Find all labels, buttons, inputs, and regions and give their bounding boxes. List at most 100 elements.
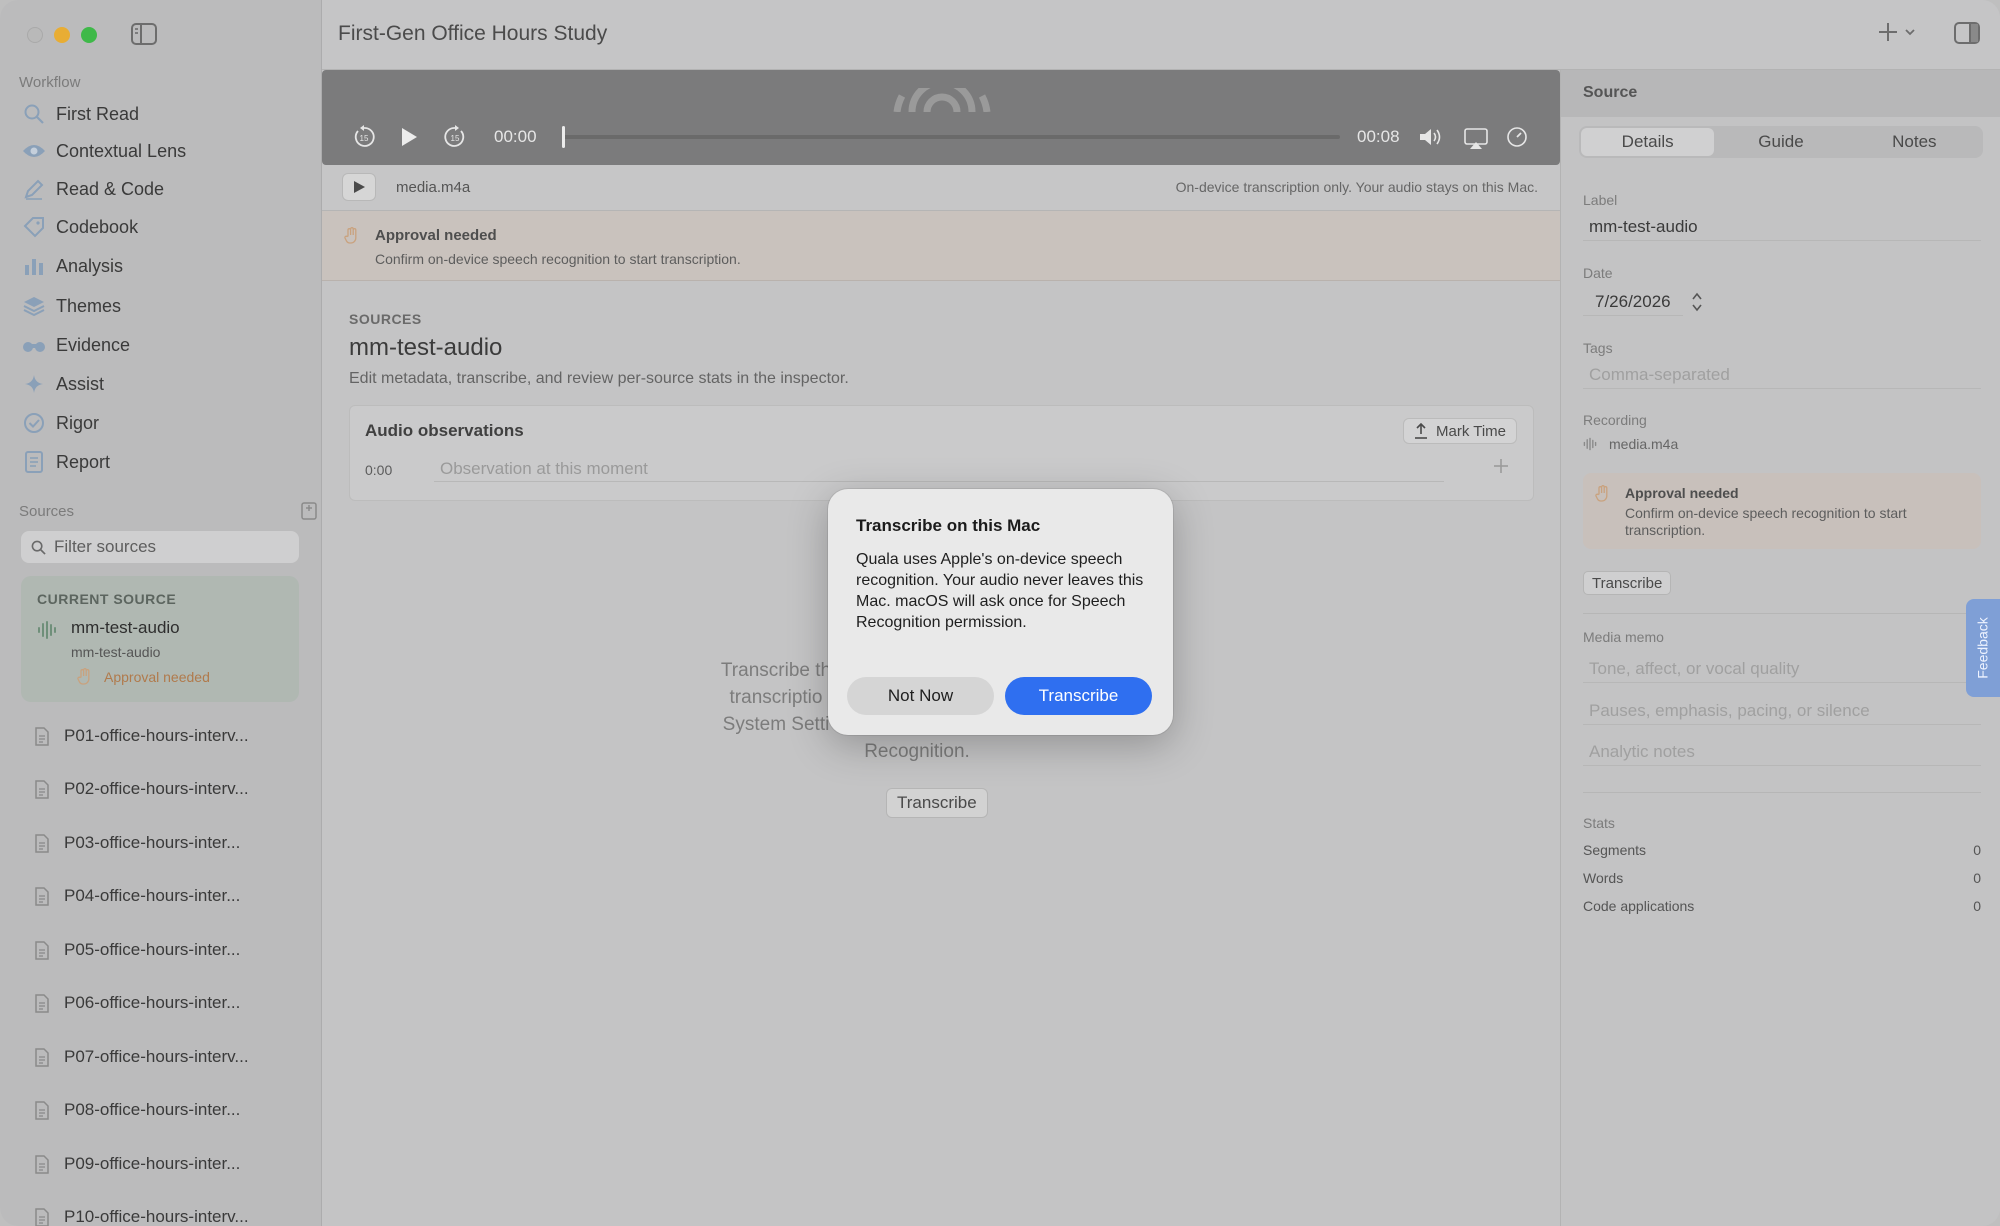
media-filename: media.m4a (396, 179, 471, 196)
sidebar-item-label: Rigor (56, 412, 100, 433)
source-file-item[interactable]: P08-office-hours-inter... (34, 1095, 240, 1125)
privacy-note: On-device transcription only. Your audio… (1175, 179, 1538, 195)
podcast-artwork-icon (882, 88, 1002, 112)
document-icon (34, 726, 50, 746)
empty-line: Recognition. (864, 741, 970, 762)
banner-title: Approval needed (375, 227, 497, 244)
approval-banner: Approval needed Confirm on-device speech… (322, 211, 1560, 281)
dialog-message: Quala uses Apple's on-device speech reco… (856, 551, 1144, 631)
sidebar-item-assist[interactable]: Assist (22, 367, 104, 401)
stat-code-applications: Code applications 0 (1583, 898, 1981, 914)
sidebar: Workflow First Read Contextual Lens Read… (0, 0, 322, 1226)
page-title: mm-test-audio (349, 334, 503, 361)
add-observation-button[interactable] (1491, 456, 1517, 482)
mark-time-button[interactable]: Mark Time (1402, 418, 1517, 444)
pencil-icon (22, 177, 46, 201)
inspector-transcribe-button[interactable]: Transcribe (1583, 571, 1672, 595)
hand-icon (1595, 485, 1611, 503)
scrub-handle[interactable] (562, 126, 565, 148)
date-field[interactable]: 7/26/2026 (1583, 288, 1683, 316)
sidebar-item-read-code[interactable]: Read & Code (22, 172, 164, 206)
svg-text:15: 15 (360, 134, 369, 143)
observation-input[interactable]: Observation at this moment (434, 454, 1444, 482)
source-file-item[interactable]: P04-office-hours-inter... (34, 881, 240, 911)
add-menu-button[interactable] (1878, 20, 1922, 44)
source-file-item[interactable]: P03-office-hours-inter... (34, 828, 240, 858)
audio-observations-card: Audio observations Mark Time 0:00 Observ… (349, 405, 1534, 501)
sidebar-item-first-read[interactable]: First Read (22, 97, 139, 131)
current-source-caption: CURRENT SOURCE (37, 591, 177, 607)
airplay-icon[interactable] (1464, 128, 1488, 150)
label-field[interactable]: mm-test-audio (1583, 213, 1981, 241)
sidebar-item-report[interactable]: Report (22, 445, 110, 479)
dialog-title: Transcribe on this Mac (856, 516, 1041, 535)
zoom-window-button[interactable] (81, 27, 97, 43)
document-icon (22, 450, 46, 474)
empty-state-transcribe-button[interactable]: Transcribe (886, 788, 988, 818)
sidebar-item-rigor[interactable]: Rigor (22, 406, 99, 440)
sparkle-icon (22, 372, 46, 396)
date-stepper-icon[interactable] (1691, 290, 1703, 314)
sidebar-item-evidence[interactable]: Evidence (22, 328, 130, 362)
source-file-item[interactable]: P10-office-hours-interv... (34, 1202, 249, 1226)
memo-analytic-field[interactable]: Analytic notes (1583, 738, 1981, 766)
observation-time: 0:00 (365, 462, 393, 478)
source-file-item[interactable]: P05-office-hours-inter... (34, 935, 240, 965)
recording-filename: media.m4a (1609, 436, 1679, 452)
add-source-icon[interactable] (301, 502, 317, 520)
sidebar-item-label: Analysis (56, 255, 124, 276)
tab-guide[interactable]: Guide (1714, 128, 1847, 156)
scrub-track[interactable] (562, 135, 1340, 139)
svg-text:15: 15 (451, 134, 460, 143)
sources-caption: SOURCES (349, 311, 422, 327)
skip-forward-15-button[interactable]: 15 (443, 125, 467, 149)
audio-player: 15 15 00:00 00:08 (322, 70, 1560, 165)
divider (1583, 613, 1981, 614)
playback-speed-icon[interactable] (1506, 126, 1528, 148)
sidebar-item-codebook[interactable]: Codebook (22, 210, 138, 244)
play-button[interactable] (400, 127, 418, 147)
source-file-item[interactable]: P07-office-hours-interv... (34, 1042, 249, 1072)
source-file-item[interactable]: P01-office-hours-interv... (34, 721, 249, 751)
transcribe-button[interactable]: Transcribe (1005, 677, 1152, 715)
binoculars-icon (22, 333, 46, 357)
source-file-item[interactable]: P02-office-hours-interv... (34, 774, 249, 804)
pin-icon (1414, 423, 1428, 439)
inspector: Source Details Guide Notes Label mm-test… (1560, 70, 2000, 1226)
skip-back-15-button[interactable]: 15 (352, 125, 376, 149)
sidebar-item-themes[interactable]: Themes (22, 289, 121, 323)
tab-details[interactable]: Details (1581, 128, 1715, 156)
tags-field[interactable]: Comma-separated (1583, 361, 1981, 389)
source-file-item[interactable]: P09-office-hours-inter... (34, 1149, 240, 1179)
title-bar: First-Gen Office Hours Study (322, 0, 2000, 70)
sidebar-item-label: Evidence (56, 334, 131, 355)
document-icon (34, 940, 50, 960)
memo-tone-field[interactable]: Tone, affect, or vocal quality (1583, 655, 1981, 683)
file-label: P01-office-hours-interv... (64, 726, 249, 745)
hand-icon (344, 227, 360, 245)
source-file-item[interactable]: P06-office-hours-inter... (34, 988, 240, 1018)
sidebar-item-analysis[interactable]: Analysis (22, 249, 123, 283)
current-source-card[interactable]: CURRENT SOURCE mm-test-audio mm-test-aud… (21, 576, 299, 702)
volume-icon[interactable] (1418, 126, 1444, 148)
file-label: P06-office-hours-inter... (64, 993, 241, 1012)
mini-play-button[interactable] (342, 173, 376, 201)
filter-sources-input[interactable]: Filter sources (21, 531, 299, 563)
inspector-toggle-icon[interactable] (1954, 22, 1980, 44)
layers-icon (22, 294, 46, 318)
sidebar-item-contextual-lens[interactable]: Contextual Lens (22, 134, 186, 168)
not-now-button[interactable]: Not Now (847, 677, 994, 715)
banner-message: Confirm on-device speech recognition to … (375, 251, 741, 267)
date-caption: Date (1583, 265, 1613, 281)
sidebar-toggle-icon[interactable] (131, 23, 157, 45)
recording-caption: Recording (1583, 412, 1647, 428)
tab-notes[interactable]: Notes (1848, 128, 1981, 156)
file-label: P05-office-hours-inter... (64, 940, 241, 959)
feedback-tab[interactable]: Feedback (1966, 599, 2000, 697)
approval-message: Confirm on-device speech recognition to … (1625, 505, 1907, 538)
file-label: P02-office-hours-interv... (64, 779, 249, 798)
minimize-window-button[interactable] (54, 27, 70, 43)
file-label: P10-office-hours-interv... (64, 1207, 249, 1226)
memo-pauses-field[interactable]: Pauses, emphasis, pacing, or silence (1583, 697, 1981, 725)
close-window-button[interactable] (27, 27, 43, 43)
